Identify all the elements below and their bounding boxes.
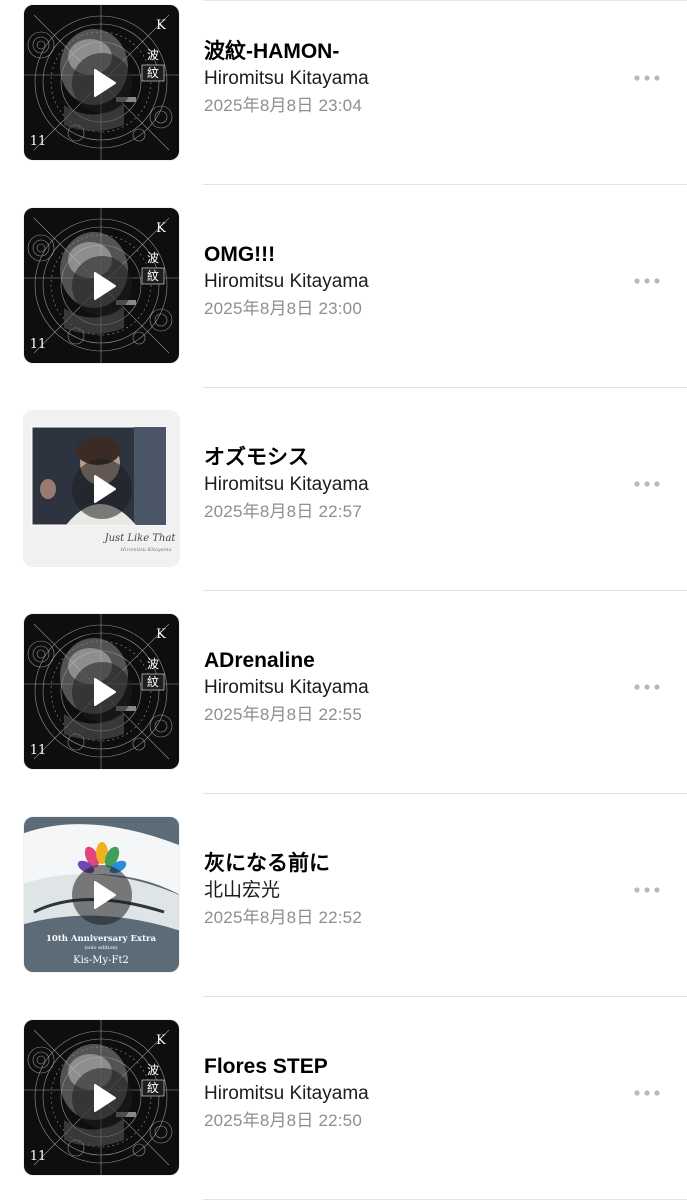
row-divider (203, 184, 687, 185)
cover-text: Just Like That (103, 533, 177, 544)
more-options-button[interactable] (630, 65, 664, 91)
song-info: 灰になる前に 北山宏光 2025年8月8日 22:52 (204, 851, 604, 929)
play-icon[interactable] (72, 662, 132, 722)
play-icon[interactable] (72, 865, 132, 925)
more-icon (630, 1090, 664, 1110)
play-icon[interactable] (72, 53, 132, 113)
song-info: オズモシス Hiromitsu Kitayama 2025年8月8日 22:57 (204, 445, 604, 523)
play-icon[interactable] (72, 459, 132, 519)
album-artwork[interactable]: Just Like That Hiromitsu Kitayama (24, 411, 179, 566)
song-title: Flores STEP (204, 1055, 328, 1078)
svg-text:紋: 紋 (147, 66, 159, 80)
svg-text:紋: 紋 (147, 1081, 159, 1095)
song-info: ADrenaline Hiromitsu Kitayama 2025年8月8日 22… (204, 648, 604, 726)
song-history-list: 紋 波 K 11 波紋-HAMON- Hiromitsu Kitayama 2025… (0, 0, 687, 1200)
svg-text:11: 11 (30, 1149, 47, 1164)
cover-band-name: Kis-My-Ft2 (73, 955, 129, 966)
song-title: オズモシス (204, 446, 309, 469)
svg-text:紋: 紋 (147, 269, 159, 283)
song-title: OMG!!! (204, 243, 276, 266)
played-timestamp: 2025年8月8日 22:57 (204, 502, 362, 521)
song-row[interactable]: 紋 波 K 11 Flores STEP Hiromitsu Kitayama 20… (0, 1016, 687, 1200)
song-artist: Hiromitsu Kitayama (204, 474, 369, 495)
more-options-button[interactable] (630, 1080, 664, 1106)
row-divider (203, 387, 687, 388)
played-timestamp: 2025年8月8日 22:55 (204, 705, 362, 724)
song-row[interactable]: Just Like That Hiromitsu Kitayama オズモシス H… (0, 407, 687, 610)
song-title: ADrenaline (204, 649, 315, 672)
album-artwork[interactable]: 紋 波 K 11 (24, 5, 179, 160)
cover-text: 10th Anniversary Extra (46, 934, 157, 944)
album-artwork[interactable]: 紋 波 K 11 (24, 208, 179, 363)
song-row[interactable]: 紋 波 K 11 波紋-HAMON- Hiromitsu Kitayama 2025… (0, 1, 687, 204)
svg-text:波: 波 (147, 657, 159, 671)
svg-text:11: 11 (30, 134, 47, 149)
svg-text:K: K (156, 1033, 166, 1048)
played-timestamp: 2025年8月8日 22:50 (204, 1111, 362, 1130)
played-timestamp: 2025年8月8日 22:52 (204, 908, 362, 927)
song-row[interactable]: 10th Anniversary Extra (solo edition) Ki… (0, 813, 687, 1016)
album-artwork[interactable]: 紋 波 K 11 (24, 614, 179, 769)
svg-text:紋: 紋 (147, 675, 159, 689)
album-artwork[interactable]: 紋 波 K 11 (24, 1020, 179, 1175)
more-options-button[interactable] (630, 471, 664, 497)
svg-text:波: 波 (147, 1063, 159, 1077)
more-icon (630, 684, 664, 704)
more-options-button[interactable] (630, 674, 664, 700)
song-row[interactable]: 紋 波 K 11 ADrenaline Hiromitsu Kitayama 202… (0, 610, 687, 813)
svg-text:11: 11 (30, 743, 47, 758)
svg-text:11: 11 (30, 337, 47, 352)
row-divider (203, 996, 687, 997)
more-icon (630, 278, 664, 298)
svg-text:K: K (156, 221, 166, 236)
song-artist: Hiromitsu Kitayama (204, 677, 369, 698)
more-options-button[interactable] (630, 877, 664, 903)
played-timestamp: 2025年8月8日 23:00 (204, 299, 362, 318)
song-info: Flores STEP Hiromitsu Kitayama 2025年8月8日 2… (204, 1054, 604, 1132)
svg-text:波: 波 (147, 48, 159, 62)
row-divider (203, 590, 687, 591)
more-options-button[interactable] (630, 268, 664, 294)
song-title: 波紋-HAMON- (204, 40, 340, 63)
row-divider (203, 793, 687, 794)
song-artist: Hiromitsu Kitayama (204, 1083, 369, 1104)
album-artwork[interactable]: 10th Anniversary Extra (solo edition) Ki… (24, 817, 179, 972)
song-title: 灰になる前に (204, 852, 330, 875)
song-info: 波紋-HAMON- Hiromitsu Kitayama 2025年8月8日 23:… (204, 39, 604, 117)
more-icon (630, 887, 664, 907)
song-artist: 北山宏光 (204, 880, 281, 901)
play-icon[interactable] (72, 1068, 132, 1128)
more-icon (630, 481, 664, 501)
play-icon[interactable] (72, 256, 132, 316)
svg-text:K: K (156, 18, 166, 33)
more-icon (630, 75, 664, 95)
svg-text:波: 波 (147, 251, 159, 265)
song-info: OMG!!! Hiromitsu Kitayama 2025年8月8日 23:00 (204, 242, 604, 320)
song-artist: Hiromitsu Kitayama (204, 271, 369, 292)
cover-subtext: (solo edition) (84, 944, 117, 951)
svg-text:Hiromitsu Kitayama: Hiromitsu Kitayama (120, 547, 172, 553)
svg-text:K: K (156, 627, 166, 642)
played-timestamp: 2025年8月8日 23:04 (204, 96, 362, 115)
song-artist: Hiromitsu Kitayama (204, 68, 369, 89)
song-row[interactable]: 紋 波 K 11 OMG!!! Hiromitsu Kitayama 2025年8月… (0, 204, 687, 407)
